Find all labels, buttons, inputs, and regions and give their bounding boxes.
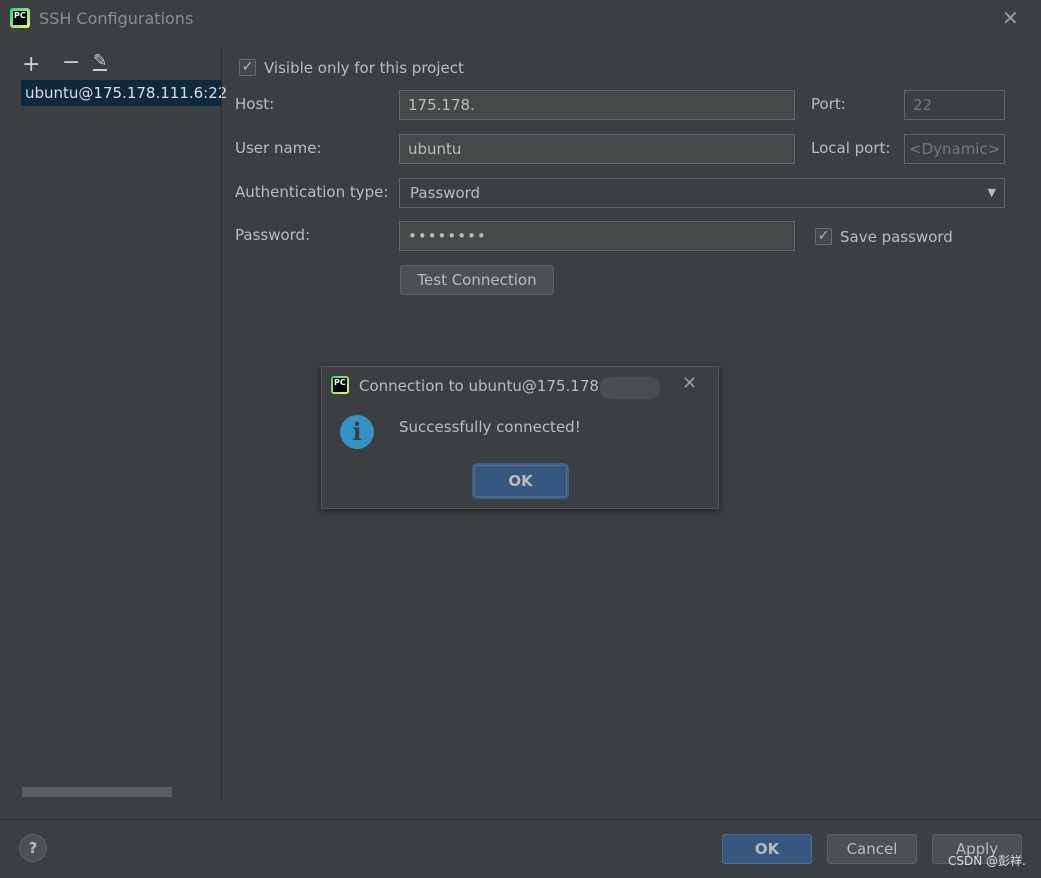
watermark: CSDN @彭祥. [948, 854, 1026, 868]
horizontal-scrollbar[interactable] [22, 787, 172, 797]
port-input[interactable]: 22 [904, 90, 1005, 120]
sidebar-item-config[interactable]: ubuntu@175.178.111.6:22 [21, 80, 227, 106]
title-bar: PC SSH Configurations ✕ [0, 0, 1041, 38]
auth-type-select[interactable]: Password ▼ [399, 178, 1005, 208]
redaction [600, 377, 660, 399]
divider [0, 819, 1041, 820]
host-input[interactable]: 175.178. [399, 90, 795, 120]
visible-only-checkbox[interactable]: ✓ [239, 59, 256, 76]
username-label: User name: [235, 139, 322, 157]
popup-ok-button[interactable]: OK [474, 465, 567, 497]
close-icon[interactable]: ✕ [1002, 6, 1019, 30]
connection-popup: PC Connection to ubuntu@175.178. ✕ i Suc… [321, 366, 719, 509]
ok-button[interactable]: OK [722, 834, 812, 864]
save-password-label: Save password [840, 228, 953, 246]
window-title: SSH Configurations [39, 9, 194, 28]
edit-icon[interactable]: ✎ [93, 53, 108, 71]
add-icon[interactable]: + [22, 52, 40, 77]
pycharm-logo-icon: PC [10, 8, 30, 28]
username-input[interactable]: ubuntu [399, 134, 795, 164]
divider [221, 48, 222, 800]
chevron-down-icon: ▼ [987, 186, 996, 199]
port-label: Port: [811, 95, 846, 113]
remove-icon[interactable]: − [62, 50, 80, 75]
save-password-checkbox[interactable]: ✓ [815, 228, 832, 245]
local-port-input[interactable]: <Dynamic> [904, 134, 1005, 164]
password-input[interactable]: •••••••• [399, 221, 795, 251]
popup-message: Successfully connected! [399, 418, 581, 436]
help-button[interactable]: ? [19, 834, 47, 862]
host-label: Host: [235, 95, 275, 113]
local-port-label: Local port: [811, 139, 891, 157]
auth-type-value: Password [410, 184, 481, 202]
password-label: Password: [235, 226, 311, 244]
visible-only-label: Visible only for this project [264, 59, 464, 77]
test-connection-button[interactable]: Test Connection [400, 265, 554, 295]
popup-title: Connection to ubuntu@175.178. [359, 377, 604, 395]
cancel-button[interactable]: Cancel [827, 834, 917, 864]
auth-type-label: Authentication type: [235, 183, 389, 201]
pycharm-logo-icon: PC [331, 376, 349, 394]
popup-close-icon[interactable]: ✕ [682, 373, 697, 394]
info-icon: i [340, 415, 374, 449]
